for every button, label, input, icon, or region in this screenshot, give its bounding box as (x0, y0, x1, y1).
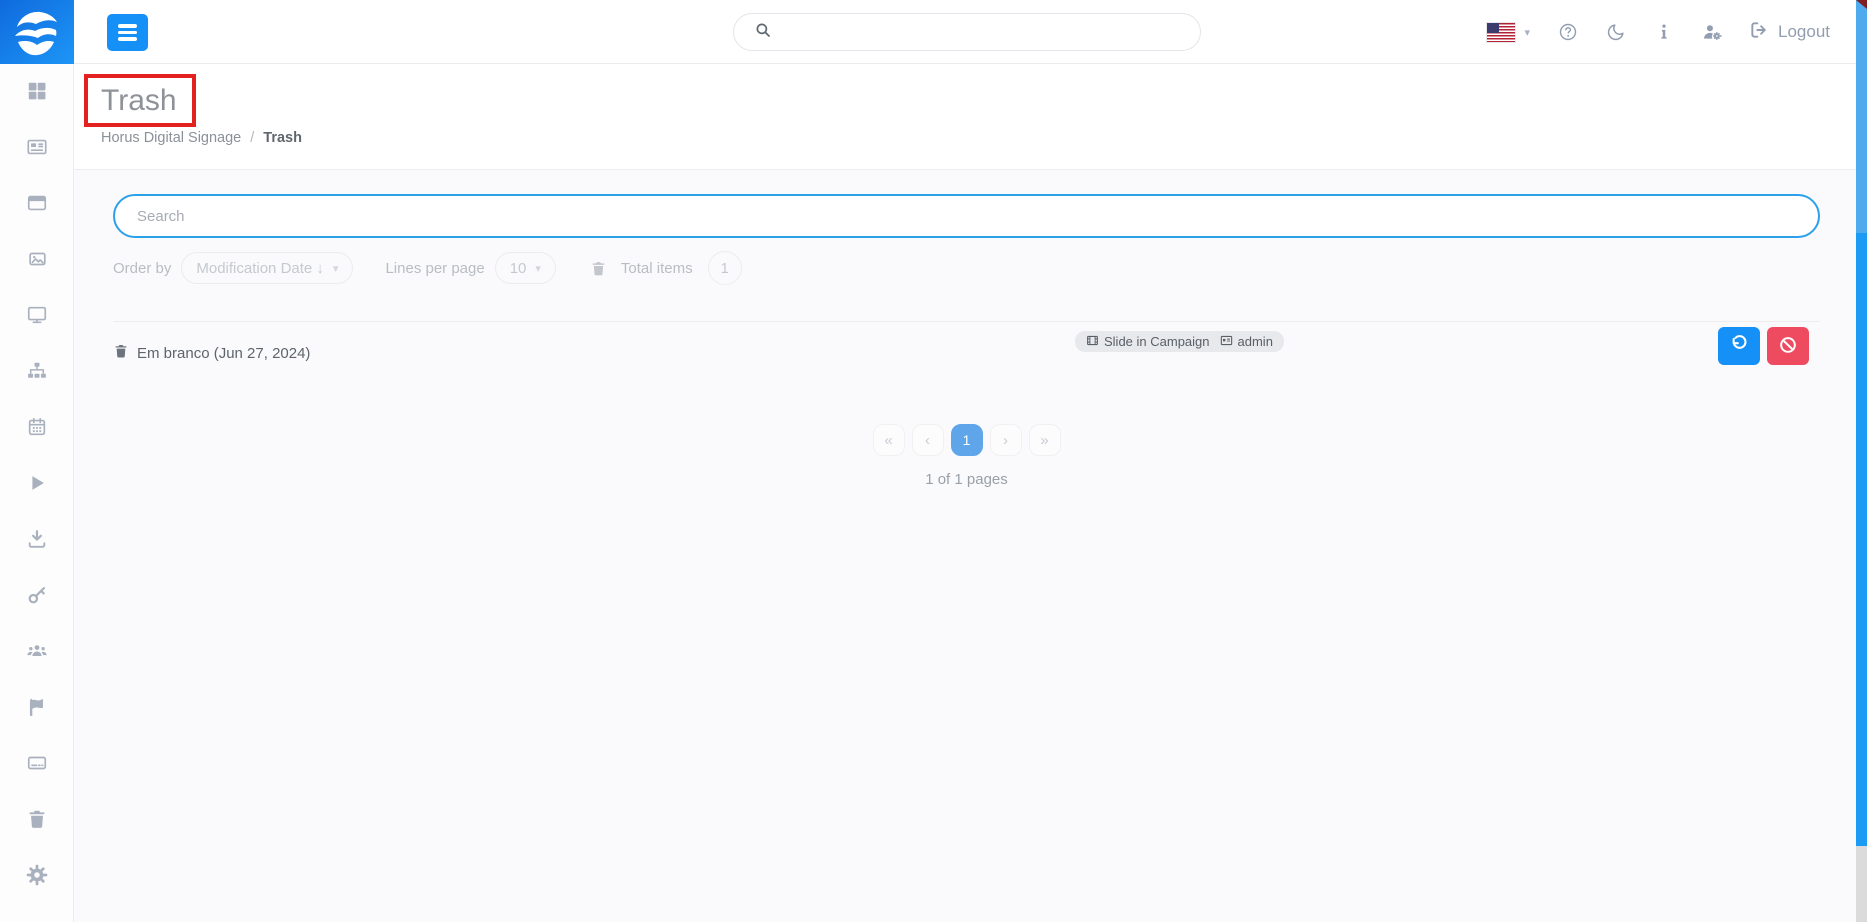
trash-icon (113, 343, 129, 363)
film-icon (1086, 334, 1099, 350)
sidebar-item-campaigns[interactable] (25, 697, 49, 721)
display-icon (26, 304, 48, 331)
sidebar-item-licenses[interactable] (25, 585, 49, 609)
breadcrumb-current: Trash (263, 130, 302, 146)
logout-icon (1749, 20, 1769, 45)
help-icon[interactable] (1557, 22, 1578, 43)
chevron-down-icon: ▾ (535, 262, 541, 275)
breadcrumb-root[interactable]: Horus Digital Signage (101, 130, 241, 146)
order-by-select[interactable]: Modification Date ↓ ▾ (181, 252, 353, 284)
global-search-input[interactable] (782, 24, 1200, 40)
total-items-badge: 1 (708, 251, 742, 285)
global-search[interactable] (733, 13, 1201, 51)
sidebar-item-users[interactable] (25, 641, 49, 665)
item-badges: Slide in Campaign admin (1075, 331, 1284, 352)
order-by-label: Order by (113, 260, 171, 277)
badge-label: admin (1238, 334, 1273, 349)
sidebar-nav (0, 64, 73, 889)
sidebar-item-settings[interactable] (25, 865, 49, 889)
pagination: « ‹ 1 › » (113, 424, 1820, 456)
corner-marker (1856, 0, 1867, 9)
breadcrumb-separator: / (250, 130, 254, 146)
next-page-button[interactable]: › (990, 424, 1022, 456)
filter-toolbar: Order by Modification Date ↓ ▾ Lines per… (113, 250, 1820, 286)
item-actions (1718, 327, 1809, 365)
sidebar-item-playlists[interactable] (25, 473, 49, 497)
item-title: Em branco (Jun 27, 2024) (137, 345, 310, 362)
pagination-summary: 1 of 1 pages (113, 471, 1820, 488)
chevron-down-icon: ▾ (333, 262, 339, 275)
sidebar (0, 0, 74, 922)
logout-button[interactable]: Logout (1749, 20, 1830, 45)
sidebar-item-media[interactable] (25, 249, 49, 273)
badge-label: Slide in Campaign (1104, 334, 1210, 349)
first-page-button[interactable]: « (873, 424, 905, 456)
topbar: ▾ Logout (74, 0, 1867, 64)
flag-icon (26, 696, 48, 723)
page-title: Trash (101, 84, 177, 118)
sidebar-item-displays[interactable] (25, 305, 49, 329)
breadcrumb: Horus Digital Signage / Trash (101, 130, 302, 146)
sidebar-item-news[interactable] (25, 137, 49, 161)
search-icon (754, 21, 772, 44)
badge-slide-in-campaign: Slide in Campaign (1086, 334, 1210, 350)
page-1-button[interactable]: 1 (951, 424, 983, 456)
trash-icon (590, 260, 607, 277)
key-icon (26, 584, 48, 611)
scrollbar-bottom-spacer (1856, 846, 1867, 922)
delete-forever-button[interactable] (1767, 327, 1809, 365)
badge-owner: admin (1220, 334, 1273, 350)
trash-icon (26, 808, 48, 835)
item-title-group: Em branco (Jun 27, 2024) (113, 343, 310, 363)
window-icon (26, 192, 48, 219)
calendar-icon (26, 416, 48, 443)
id-card-icon (1220, 334, 1233, 350)
scrollbar-thumb[interactable] (1856, 0, 1867, 233)
sidebar-item-panels[interactable] (25, 193, 49, 217)
images-icon (26, 248, 48, 275)
play-icon (26, 472, 48, 499)
user-gear-icon[interactable] (1701, 22, 1722, 43)
app-logo[interactable] (0, 0, 74, 64)
lines-per-page-value: 10 (510, 260, 527, 277)
download-icon (26, 528, 48, 555)
sidebar-item-trash[interactable] (25, 809, 49, 833)
trash-search-input[interactable] (113, 194, 1820, 238)
total-items-label: Total items (621, 260, 693, 277)
grid-icon (26, 80, 48, 107)
topbar-actions: ▾ Logout (1487, 0, 1830, 64)
page-header: Trash Horus Digital Signage / Trash (74, 64, 1867, 170)
newspaper-icon (26, 136, 48, 163)
undo-icon (1729, 335, 1749, 358)
sidebar-item-devices[interactable] (25, 753, 49, 777)
sidebar-item-dashboard[interactable] (25, 81, 49, 105)
main-content: Order by Modification Date ↓ ▾ Lines per… (74, 170, 1856, 922)
logout-label: Logout (1778, 22, 1830, 42)
info-icon[interactable] (1653, 22, 1674, 43)
sitemap-icon (26, 360, 48, 387)
lines-per-page-label: Lines per page (385, 260, 484, 277)
language-selector[interactable]: ▾ (1487, 23, 1530, 42)
menu-toggle-button[interactable] (107, 14, 148, 51)
chevron-down-icon: ▾ (1524, 26, 1530, 39)
prev-page-button[interactable]: ‹ (912, 424, 944, 456)
sidebar-item-downloads[interactable] (25, 529, 49, 553)
moon-icon[interactable] (1605, 22, 1626, 43)
gear-icon (26, 864, 48, 891)
lines-per-page-select[interactable]: 10 ▾ (495, 252, 556, 284)
users-icon (26, 640, 48, 667)
list-item: Em branco (Jun 27, 2024) Slide in Campai… (113, 322, 1820, 384)
us-flag-icon (1487, 23, 1515, 42)
restore-button[interactable] (1718, 327, 1760, 365)
annotation-red-box: Trash (84, 74, 196, 127)
trash-list: Em branco (Jun 27, 2024) Slide in Campai… (113, 321, 1820, 384)
sidebar-item-groups[interactable] (25, 361, 49, 385)
ban-icon (1778, 335, 1798, 358)
last-page-button[interactable]: » (1029, 424, 1061, 456)
order-by-value: Modification Date ↓ (196, 260, 324, 277)
keyboard-icon (26, 752, 48, 779)
sidebar-item-schedule[interactable] (25, 417, 49, 441)
